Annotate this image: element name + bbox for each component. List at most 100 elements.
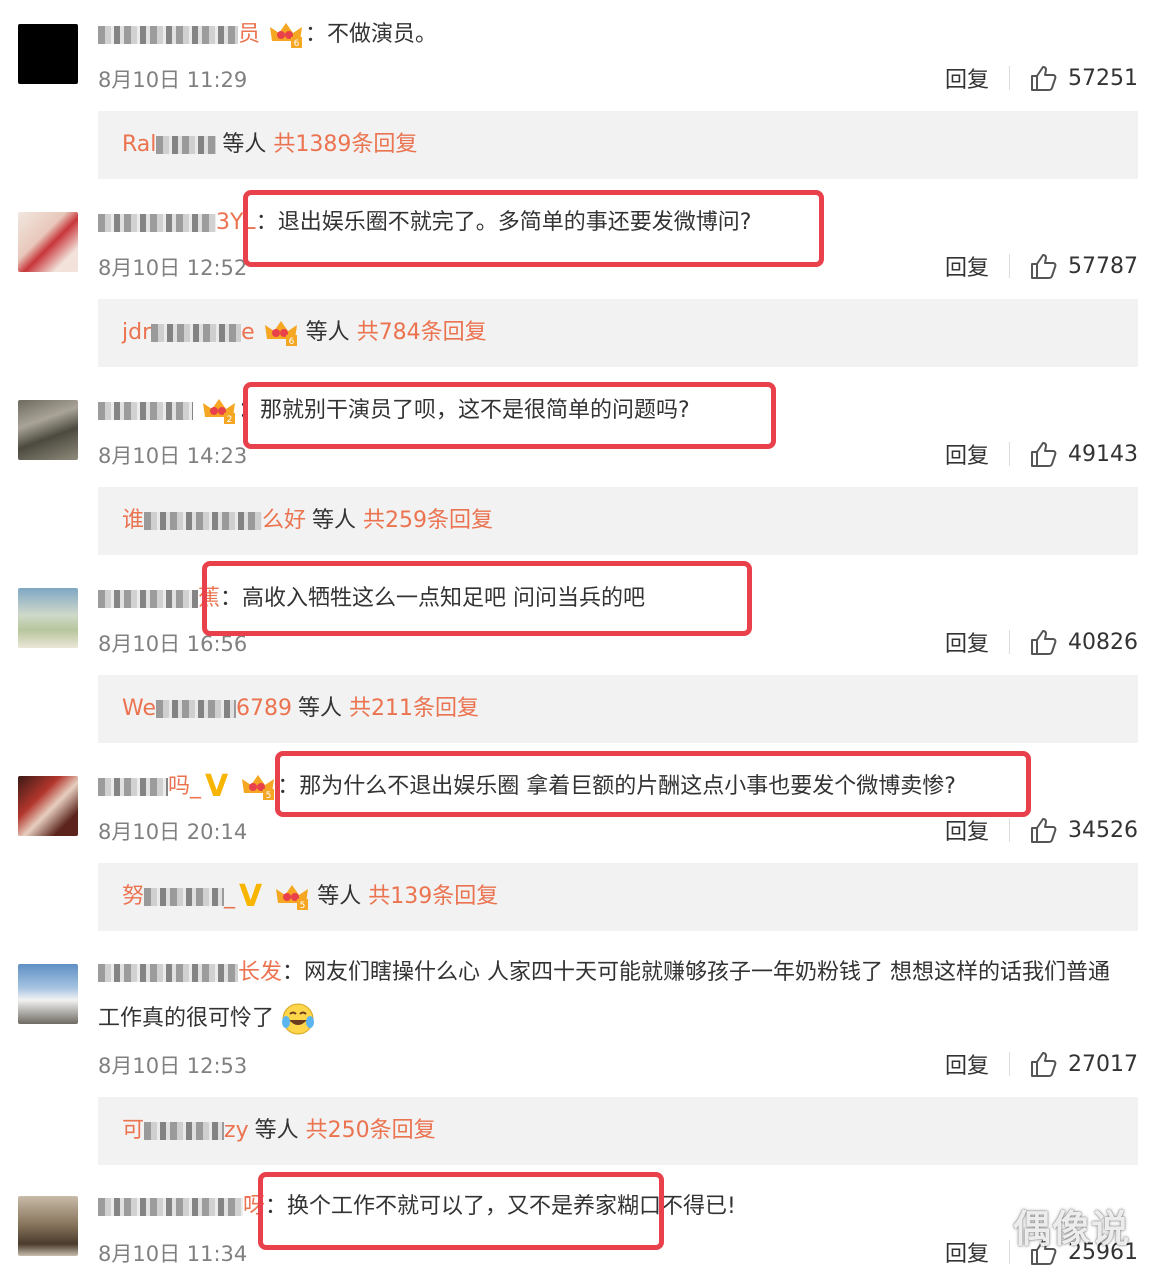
reply-summary[interactable]: 谁 么好 等人 共259条回复 — [98, 487, 1138, 555]
reply-etc: 等人 — [305, 320, 350, 345]
reply-summary[interactable]: We 6789 等人 共211条回复 — [98, 675, 1138, 743]
user-avatar[interactable] — [18, 1196, 78, 1256]
reply-total-link[interactable]: 共250条回复 — [306, 1118, 436, 1143]
blurred-username — [98, 778, 168, 796]
reply-preview-suffix: zy — [224, 1118, 249, 1143]
divider — [1009, 66, 1010, 90]
reply-button[interactable]: 回复 — [945, 626, 989, 658]
divider — [1009, 1052, 1010, 1076]
reply-total-link[interactable]: 共259条回复 — [363, 508, 493, 533]
blurred-username — [98, 214, 216, 232]
blurred-username — [98, 964, 238, 982]
divider — [1009, 630, 1010, 654]
like-button[interactable]: 57251 — [1030, 64, 1138, 92]
reply-summary[interactable]: jdr e 6 等人 共784条回复 — [98, 299, 1138, 367]
blurred-username — [144, 512, 263, 530]
reply-preview-name[interactable]: 谁 — [122, 508, 144, 533]
like-button[interactable]: 40826 — [1030, 628, 1138, 656]
reply-summary[interactable]: 可 zy 等人 共250条回复 — [98, 1097, 1138, 1165]
blurred-username — [98, 26, 238, 44]
reply-etc: 等人 — [254, 1118, 299, 1143]
like-button[interactable]: 27017 — [1030, 1050, 1138, 1078]
divider — [1009, 442, 1010, 466]
reply-preview-name[interactable]: jdr — [122, 320, 151, 345]
reply-button[interactable]: 回复 — [945, 814, 989, 846]
blurred-username — [98, 402, 193, 420]
watermark-text: 偶像说 — [1012, 1207, 1130, 1251]
svg-text:5: 5 — [300, 901, 306, 911]
svg-text:6: 6 — [294, 39, 300, 49]
laugh-cry-emoji-icon — [282, 1003, 315, 1035]
like-button[interactable]: 34526 — [1030, 816, 1138, 844]
reply-button[interactable]: 回复 — [945, 250, 989, 282]
comment-time: 8月10日 20:14 — [98, 820, 248, 844]
verified-v-icon: V — [239, 879, 263, 914]
comment-line: 员 6 ：不做演员。 — [98, 20, 437, 50]
reply-summary[interactable]: Ral 等人 共1389条回复 — [98, 111, 1138, 179]
thumbs-up-icon — [1031, 254, 1057, 279]
like-button[interactable]: 49143 — [1030, 440, 1138, 468]
like-count: 27017 — [1068, 1051, 1138, 1077]
reply-etc: 等人 — [312, 508, 357, 533]
reply-total-link[interactable]: 共1389条回复 — [273, 132, 417, 157]
highlight-box — [243, 382, 776, 449]
blurred-username — [156, 700, 236, 718]
user-avatar[interactable] — [18, 964, 78, 1024]
divider — [1009, 818, 1010, 842]
reply-etc: 等人 — [317, 884, 362, 909]
thumbs-up-icon — [1031, 1052, 1057, 1077]
thumbs-up-icon — [1031, 818, 1057, 843]
comment-username[interactable]: 吗_ — [168, 774, 201, 799]
user-avatar[interactable] — [18, 588, 78, 648]
comment-actions: 回复 40826 — [945, 626, 1138, 658]
reply-etc: 等人 — [222, 132, 267, 157]
like-button[interactable]: 57787 — [1030, 252, 1138, 280]
divider — [1009, 1240, 1010, 1264]
thumbs-up-icon — [1031, 442, 1057, 467]
reply-button[interactable]: 回复 — [945, 1236, 989, 1268]
comment-time: 8月10日 11:34 — [98, 1242, 248, 1266]
comment-actions: 回复 57251 — [945, 62, 1138, 94]
reply-button[interactable]: 回复 — [945, 438, 989, 470]
user-avatar[interactable] — [18, 776, 78, 836]
comment-actions: 回复 57787 — [945, 250, 1138, 282]
svg-text:2: 2 — [227, 415, 233, 425]
reply-total-link[interactable]: 共211条回复 — [349, 696, 479, 721]
comment-time: 8月10日 12:52 — [98, 256, 248, 280]
blurred-username — [151, 324, 242, 342]
like-count: 57787 — [1068, 253, 1138, 279]
thumbs-up-icon — [1031, 66, 1057, 91]
reply-total-link[interactable]: 共784条回复 — [357, 320, 487, 345]
reply-preview-suffix: _ — [224, 884, 236, 909]
reply-button[interactable]: 回复 — [945, 1048, 989, 1080]
reply-button[interactable]: 回复 — [945, 62, 989, 94]
member-crown-icon: 6 — [264, 321, 297, 347]
like-count: 40826 — [1068, 629, 1138, 655]
reply-etc: 等人 — [298, 696, 343, 721]
user-avatar[interactable] — [18, 400, 78, 460]
highlight-box — [275, 751, 1031, 817]
highlight-box — [243, 190, 824, 267]
blurred-username — [156, 136, 217, 154]
comment-actions: 回复 27017 — [945, 1048, 1138, 1080]
reply-preview-name[interactable]: We — [122, 696, 156, 721]
member-crown-icon: 2 — [203, 399, 235, 425]
like-count: 34526 — [1068, 817, 1138, 843]
reply-preview-name[interactable]: 努 — [122, 884, 144, 909]
blurred-username — [144, 888, 225, 906]
reply-preview-name[interactable]: 可 — [122, 1118, 144, 1143]
reply-preview-name[interactable]: Ral — [122, 132, 156, 157]
comment-line: 长发：网友们瞎操什么心 人家四十天可能就赚够孩子一年奶粉钱了 想想这样的话我们普… — [98, 950, 1128, 1042]
svg-text:6: 6 — [288, 337, 294, 347]
like-count: 57251 — [1068, 65, 1138, 91]
member-crown-icon: 5 — [276, 885, 309, 911]
reply-preview-suffix: 6789 — [236, 696, 292, 721]
blurred-username — [98, 590, 198, 608]
comment-username[interactable]: 长发 — [238, 960, 282, 985]
comment-username[interactable]: 员 — [238, 22, 260, 47]
reply-total-link[interactable]: 共139条回复 — [368, 884, 498, 909]
user-avatar[interactable] — [18, 212, 78, 272]
reply-summary[interactable]: 努 _ V 5 等人 共139条回复 — [98, 863, 1138, 931]
user-avatar[interactable] — [18, 24, 78, 84]
highlight-box — [202, 561, 752, 636]
